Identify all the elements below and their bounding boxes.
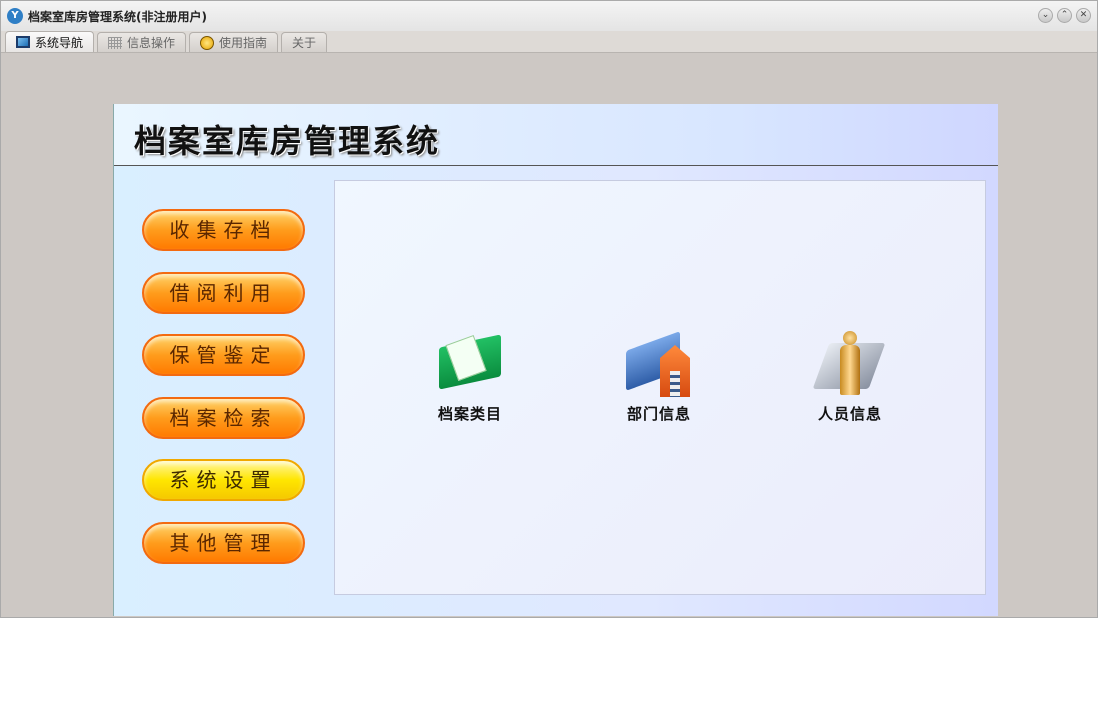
grid-icon <box>108 36 123 49</box>
close-button[interactable]: ✕ <box>1076 8 1091 23</box>
archive-search-button[interactable]: 档案检索 <box>142 396 305 439</box>
tab-bar: 系统导航 信息操作 使用指南 关于 <box>1 31 1097 53</box>
tab-system-navigation[interactable]: 系统导航 <box>5 31 95 52</box>
panel-header: 档案室库房管理系统 <box>114 104 998 166</box>
item-label: 档案类目 <box>437 405 502 423</box>
content-area: 档案类目 部门信息 人员信息 <box>334 180 986 595</box>
archive-category-item[interactable]: 档案类目 <box>420 331 520 424</box>
custody-appraisal-button[interactable]: 保管鉴定 <box>142 334 305 376</box>
tab-label: 系统导航 <box>35 35 84 50</box>
person-folder-icon <box>812 331 886 397</box>
minimize-button[interactable]: ⌄ <box>1038 8 1053 23</box>
maximize-button[interactable]: ⌃ <box>1057 8 1072 23</box>
title-bar: Y 档案室库房管理系统(非注册用户) ⌄ ⌃ ✕ <box>1 1 1097 31</box>
tab-user-guide[interactable]: 使用指南 <box>189 32 279 52</box>
tab-label: 使用指南 <box>219 36 268 50</box>
navigation-panel: 档案室库房管理系统 收集存档 借阅利用 保管鉴定 档案检索 系统设置 其他管理 … <box>113 104 998 616</box>
green-book-icon <box>435 331 505 397</box>
side-menu: 收集存档 借阅利用 保管鉴定 档案检索 系统设置 其他管理 <box>142 209 305 584</box>
item-label: 人员信息 <box>817 405 882 423</box>
monitor-icon <box>16 36 30 48</box>
other-management-button[interactable]: 其他管理 <box>142 521 305 564</box>
tab-label: 关于 <box>292 36 317 50</box>
tab-label: 信息操作 <box>127 36 176 50</box>
system-title: 档案室库房管理系统 <box>134 122 441 160</box>
personnel-info-item[interactable]: 人员信息 <box>800 331 900 424</box>
item-label: 部门信息 <box>626 405 691 423</box>
system-settings-button[interactable]: 系统设置 <box>142 459 305 501</box>
window-title: 档案室库房管理系统(非注册用户) <box>28 9 207 24</box>
app-window: Y 档案室库房管理系统(非注册用户) ⌄ ⌃ ✕ 系统导航 信息操作 使用指南 … <box>0 0 1098 618</box>
tab-info-operation[interactable]: 信息操作 <box>97 32 187 52</box>
department-info-item[interactable]: 部门信息 <box>609 331 709 424</box>
help-icon <box>200 35 215 50</box>
app-logo-icon: Y <box>7 8 23 24</box>
collect-archive-button[interactable]: 收集存档 <box>142 209 305 251</box>
borrow-use-button[interactable]: 借阅利用 <box>142 271 305 314</box>
department-house-icon <box>624 331 694 397</box>
tab-about[interactable]: 关于 <box>281 32 328 52</box>
